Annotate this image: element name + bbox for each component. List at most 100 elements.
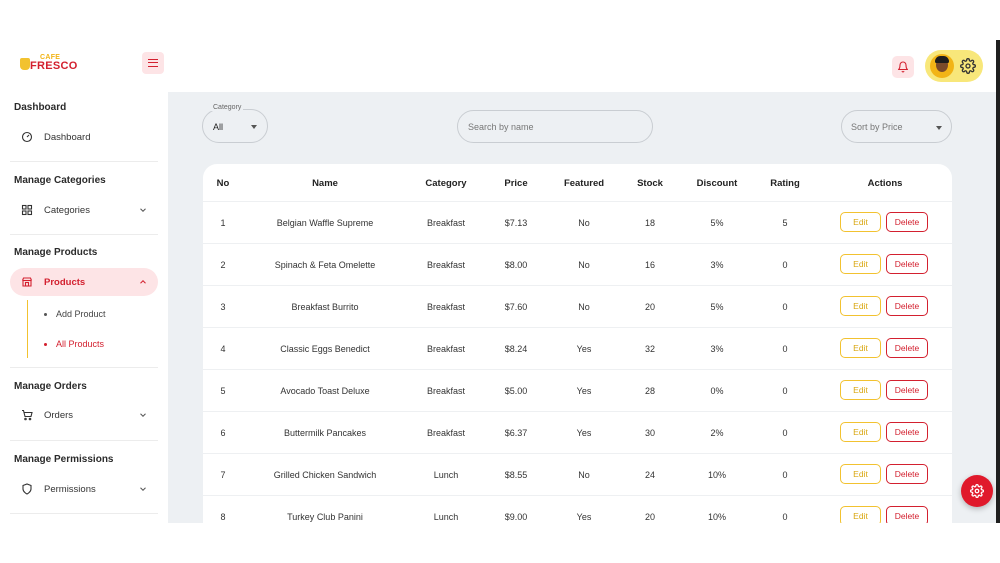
edit-button[interactable]: Edit: [840, 380, 881, 400]
table-row: 6 Buttermilk Pancakes Breakfast $6.37 Ye…: [203, 411, 952, 453]
column-header-price: Price: [504, 178, 528, 189]
edit-button[interactable]: Edit: [840, 338, 881, 358]
cell-price: $8.00: [504, 260, 528, 270]
cell-name: Grilled Chicken Sandwich: [273, 470, 377, 480]
cell-no: 8: [220, 512, 226, 522]
sort-select[interactable]: Sort by Price: [841, 110, 952, 143]
delete-button[interactable]: Delete: [886, 506, 928, 523]
cell-name: Turkey Club Panini: [287, 512, 363, 522]
gear-icon[interactable]: [960, 58, 976, 74]
cell-discount: 10%: [707, 470, 726, 480]
cell-rating: 5: [782, 218, 788, 228]
window-edge: [996, 40, 1000, 523]
table-row: 5 Avocado Toast Deluxe Breakfast $5.00 Y…: [203, 369, 952, 411]
edit-button[interactable]: Edit: [840, 296, 881, 316]
logo[interactable]: CAFE FRESCO: [20, 54, 90, 76]
gear-icon: [970, 484, 984, 498]
edit-button[interactable]: Edit: [840, 464, 881, 484]
cell-category: Breakfast: [426, 260, 466, 270]
cell-stock: 32: [644, 344, 655, 354]
edit-button[interactable]: Edit: [840, 506, 881, 523]
sidebar-item-permissions[interactable]: Permissions: [10, 475, 158, 503]
cell-rating: 0: [782, 344, 788, 354]
sidebar-subitem-all-products[interactable]: All Products: [44, 339, 104, 349]
table-row: 2 Spinach & Feta Omelette Breakfast $8.0…: [203, 243, 952, 285]
gauge-icon: [21, 131, 33, 143]
cell-featured: No: [578, 302, 590, 312]
sidebar-item-label: Products: [44, 276, 86, 288]
cell-featured: No: [578, 218, 590, 228]
sidebar-item-dashboard[interactable]: Dashboard: [10, 123, 158, 151]
cell-featured: No: [578, 260, 590, 270]
cell-stock: 20: [644, 512, 655, 522]
table-row: 8 Turkey Club Panini Lunch $9.00 Yes 20 …: [203, 495, 952, 523]
cell-name: Avocado Toast Deluxe: [280, 386, 370, 396]
cell-name: Classic Eggs Benedict: [280, 344, 370, 354]
column-header-name: Name: [312, 178, 338, 189]
cell-price: $9.00: [504, 512, 528, 522]
cell-category: Lunch: [433, 470, 459, 480]
table-row: 7 Grilled Chicken Sandwich Lunch $8.55 N…: [203, 453, 952, 495]
cart-icon: [22, 409, 33, 421]
sidebar-heading-products: Manage Products: [14, 247, 98, 258]
category-select[interactable]: Category All: [202, 104, 268, 143]
column-header-no: No: [216, 178, 230, 189]
profile-menu[interactable]: [925, 50, 983, 82]
sidebar-subitem-add-product[interactable]: Add Product: [44, 309, 106, 319]
cell-price: $7.13: [504, 218, 528, 228]
column-header-actions: Actions: [867, 178, 903, 189]
chevron-down-icon: [140, 487, 146, 491]
edit-button[interactable]: Edit: [840, 254, 881, 274]
table-row: 1 Belgian Waffle Supreme Breakfast $7.13…: [203, 201, 952, 243]
chevron-down-icon: [140, 413, 146, 417]
hamburger-icon: [148, 59, 158, 67]
sidebar-heading-dashboard: Dashboard: [14, 102, 67, 113]
cell-featured: Yes: [576, 428, 592, 438]
cell-featured: Yes: [576, 512, 592, 522]
delete-button[interactable]: Delete: [886, 338, 928, 358]
category-select-value: All: [213, 122, 224, 132]
cell-category: Breakfast: [426, 344, 466, 354]
delete-button[interactable]: Delete: [886, 296, 928, 316]
cell-rating: 0: [782, 386, 788, 396]
delete-button[interactable]: Delete: [886, 380, 928, 400]
delete-button[interactable]: Delete: [886, 254, 928, 274]
cell-discount: 10%: [707, 512, 726, 522]
column-header-featured: Featured: [563, 178, 605, 189]
edit-button[interactable]: Edit: [840, 212, 881, 232]
cell-featured: No: [578, 470, 590, 480]
delete-button[interactable]: Delete: [886, 422, 928, 442]
main-content: Category All Sort by Price No Name Categ…: [168, 92, 996, 523]
avatar[interactable]: [930, 54, 954, 78]
cell-discount: 2%: [710, 428, 724, 438]
cell-price: $6.37: [504, 428, 528, 438]
search-input[interactable]: [457, 110, 653, 143]
sidebar-item-categories[interactable]: Categories: [10, 196, 158, 224]
cell-name: Spinach & Feta Omelette: [274, 260, 376, 270]
shield-icon: [22, 483, 32, 495]
cell-discount: 3%: [710, 344, 724, 354]
table-row: 4 Classic Eggs Benedict Breakfast $8.24 …: [203, 327, 952, 369]
delete-button[interactable]: Delete: [886, 464, 928, 484]
cell-featured: Yes: [576, 386, 592, 396]
settings-fab[interactable]: [961, 475, 993, 507]
cell-discount: 0%: [710, 386, 724, 396]
cell-price: $5.00: [504, 386, 528, 396]
menu-toggle-button[interactable]: [142, 52, 164, 74]
grid-icon: [21, 204, 33, 216]
sidebar-item-orders[interactable]: Orders: [10, 401, 158, 429]
sidebar-item-label: Orders: [44, 409, 74, 421]
bell-icon: [897, 61, 909, 73]
notifications-button[interactable]: [892, 56, 914, 78]
column-header-stock: Stock: [637, 178, 663, 189]
cell-category: Breakfast: [426, 428, 466, 438]
cell-category: Lunch: [433, 512, 459, 522]
caret-down-icon: [251, 125, 257, 129]
cell-rating: 0: [782, 302, 788, 312]
cell-no: 1: [220, 218, 226, 228]
store-icon: [21, 277, 33, 287]
sidebar-item-products[interactable]: Products: [10, 268, 158, 296]
edit-button[interactable]: Edit: [840, 422, 881, 442]
delete-button[interactable]: Delete: [886, 212, 928, 232]
sidebar-item-label: Dashboard: [44, 131, 91, 143]
